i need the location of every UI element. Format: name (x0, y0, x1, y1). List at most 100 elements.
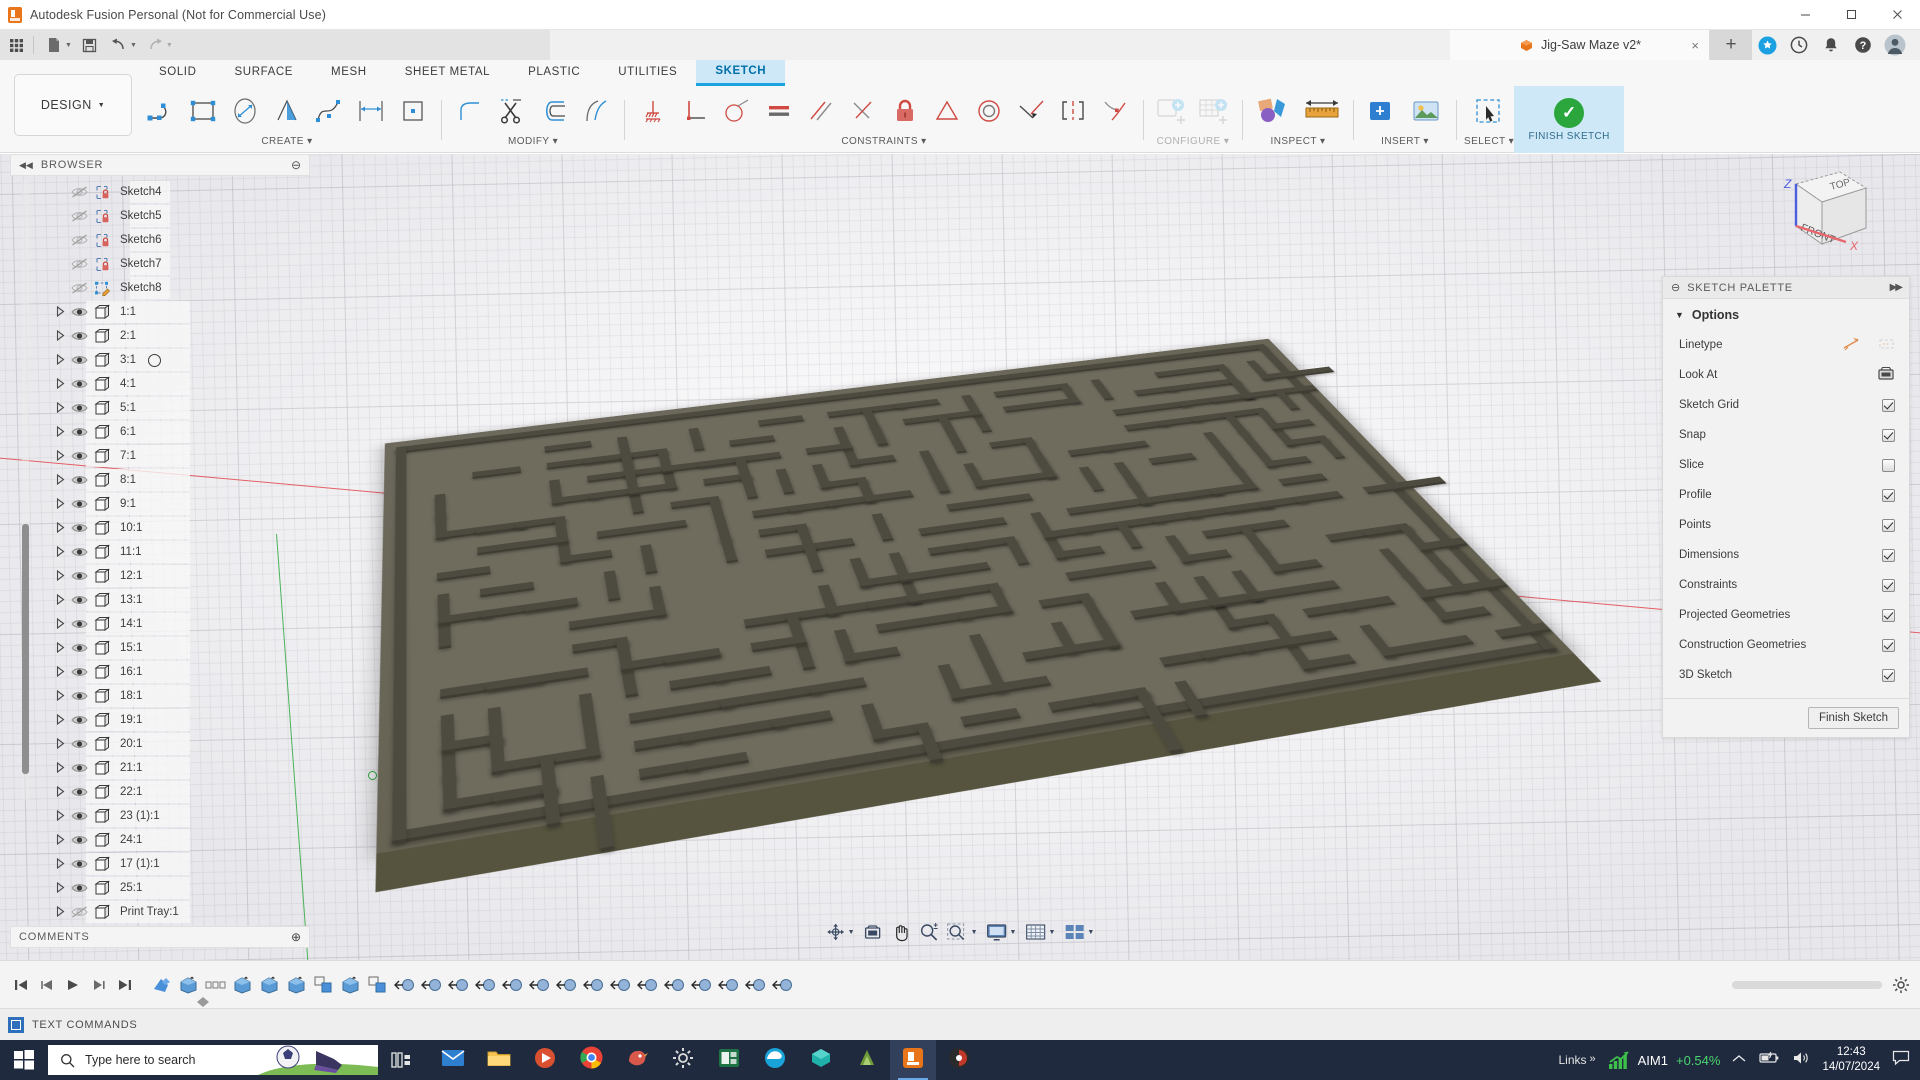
file-icon[interactable] (41, 32, 67, 58)
browser-row[interactable]: Sketch8 (10, 276, 310, 300)
visibility-eye-off-icon[interactable] (68, 906, 90, 918)
timeline-extrude-node[interactable] (177, 972, 201, 998)
browser-row[interactable]: 24:1 (10, 828, 310, 852)
palette-row-snap[interactable]: Snap (1663, 420, 1909, 450)
curvature-icon[interactable] (1094, 88, 1136, 134)
line-icon[interactable] (140, 88, 182, 134)
symmetry-icon[interactable] (1052, 88, 1094, 134)
expand-triangle-icon[interactable] (52, 594, 68, 607)
expand-triangle-icon[interactable] (52, 858, 68, 871)
timeline-extrude-node[interactable] (285, 972, 309, 998)
windows-start-icon[interactable] (0, 1040, 48, 1080)
fix-ground-icon[interactable] (632, 88, 674, 134)
expand-triangle-icon[interactable] (52, 786, 68, 799)
volume-icon[interactable] (1792, 1051, 1810, 1070)
visibility-eye-icon[interactable] (68, 594, 90, 606)
file-menu-caret-icon[interactable]: ▼ (65, 42, 72, 49)
expand-triangle-icon[interactable] (52, 402, 68, 415)
mail-app[interactable] (430, 1040, 476, 1080)
kicad-app[interactable] (936, 1040, 982, 1080)
visibility-eye-off-icon[interactable] (68, 258, 90, 270)
checkbox[interactable] (1882, 579, 1895, 592)
expand-triangle-icon[interactable] (52, 642, 68, 655)
horizontal-vertical-icon[interactable] (674, 88, 716, 134)
visibility-eye-off-icon[interactable] (68, 210, 90, 222)
taskbar-clock[interactable]: 12:43 14/07/2024 (1822, 1045, 1880, 1075)
visibility-eye-icon[interactable] (68, 330, 90, 342)
insert-icon[interactable] (1250, 88, 1298, 134)
chrome-app[interactable] (568, 1040, 614, 1080)
browser-row[interactable]: 17 (1):1 (10, 852, 310, 876)
checkbox[interactable] (1882, 549, 1895, 562)
browser-row[interactable]: 18:1 (10, 684, 310, 708)
palette-row-look-at[interactable]: Look At (1663, 360, 1909, 390)
timeline-move-node[interactable] (447, 972, 471, 998)
visibility-eye-icon[interactable] (68, 306, 90, 318)
expand-triangle-icon[interactable] (52, 450, 68, 463)
file-explorer-app[interactable] (476, 1040, 522, 1080)
browser-row[interactable]: 6:1 (10, 420, 310, 444)
browser-row[interactable]: 10:1 (10, 516, 310, 540)
orbit-icon[interactable]: ▼ (823, 919, 858, 945)
browser-row[interactable]: Print Tray:1 (10, 900, 310, 924)
visibility-eye-icon[interactable] (68, 450, 90, 462)
display-monitor-icon[interactable]: ▼ (983, 919, 1020, 945)
text-commands-bar[interactable]: TEXT COMMANDS (0, 1008, 1920, 1040)
visibility-eye-icon[interactable] (68, 762, 90, 774)
checkbox[interactable] (1882, 609, 1895, 622)
comments-panel[interactable]: COMMENTS ⊕ (10, 926, 310, 948)
user-avatar[interactable] (1880, 30, 1910, 60)
browser-row[interactable]: 4:1 (10, 372, 310, 396)
visibility-eye-icon[interactable] (68, 690, 90, 702)
timeline-settings-icon[interactable] (1892, 976, 1910, 994)
tab-sheet-metal[interactable]: SHEET METAL (386, 60, 509, 86)
visibility-eye-icon[interactable] (68, 858, 90, 870)
edge-app[interactable] (752, 1040, 798, 1080)
notifications-bell-icon[interactable] (1816, 30, 1846, 60)
palette-row-projected-geometries[interactable]: Projected Geometries (1663, 600, 1909, 630)
excel-app[interactable] (706, 1040, 752, 1080)
timeline-extrude-node[interactable] (231, 972, 255, 998)
browser-row[interactable]: 14:1 (10, 612, 310, 636)
settings-app[interactable] (660, 1040, 706, 1080)
timeline-move-node[interactable] (636, 972, 660, 998)
browser-row[interactable]: 7:1 (10, 444, 310, 468)
step-forward-icon[interactable] (88, 972, 110, 998)
visibility-eye-icon[interactable] (68, 738, 90, 750)
browser-row[interactable]: 16:1 (10, 660, 310, 684)
grid-icon[interactable]: ▼ (1021, 919, 1058, 945)
tab-solid[interactable]: SOLID (140, 60, 216, 86)
arc-icon[interactable] (266, 88, 308, 134)
palette-collapse-icon[interactable]: ⊖ (1671, 281, 1680, 294)
insert-derive-icon[interactable] (1361, 88, 1405, 134)
view-cube[interactable]: TOP FRONT Z X (1750, 164, 1880, 259)
look-at-icon[interactable] (860, 919, 886, 945)
expand-triangle-icon[interactable] (52, 810, 68, 823)
visibility-eye-icon[interactable] (68, 378, 90, 390)
checkbox[interactable] (1882, 669, 1895, 682)
checkbox[interactable] (1882, 639, 1895, 652)
tab-mesh[interactable]: MESH (312, 60, 386, 86)
timeline-move-node[interactable] (690, 972, 714, 998)
browser-row[interactable]: 1:1 (10, 300, 310, 324)
viewports-icon[interactable]: ▼ (1060, 919, 1097, 945)
expand-triangle-icon[interactable] (52, 882, 68, 895)
fit-window-icon[interactable]: ▼ (944, 919, 981, 945)
timeline-move-node[interactable] (501, 972, 525, 998)
expand-triangle-icon[interactable] (52, 354, 68, 367)
visibility-eye-off-icon[interactable] (68, 234, 90, 246)
linetype-construction-icon[interactable] (1878, 337, 1895, 354)
visibility-eye-icon[interactable] (68, 402, 90, 414)
media-player-app[interactable] (522, 1040, 568, 1080)
links-chevron-icon[interactable]: » (1590, 1053, 1596, 1065)
palette-row-construction-geometries[interactable]: Construction Geometries (1663, 630, 1909, 660)
visibility-eye-icon[interactable] (68, 570, 90, 582)
timeline-combine-node[interactable] (366, 972, 390, 998)
visibility-eye-icon[interactable] (68, 666, 90, 678)
browser-row[interactable]: 15:1 (10, 636, 310, 660)
save-icon[interactable] (77, 32, 103, 58)
concentric-icon[interactable] (968, 88, 1010, 134)
browser-row[interactable]: 19:1 (10, 708, 310, 732)
expand-triangle-icon[interactable] (52, 330, 68, 343)
timeline-move-node[interactable] (582, 972, 606, 998)
